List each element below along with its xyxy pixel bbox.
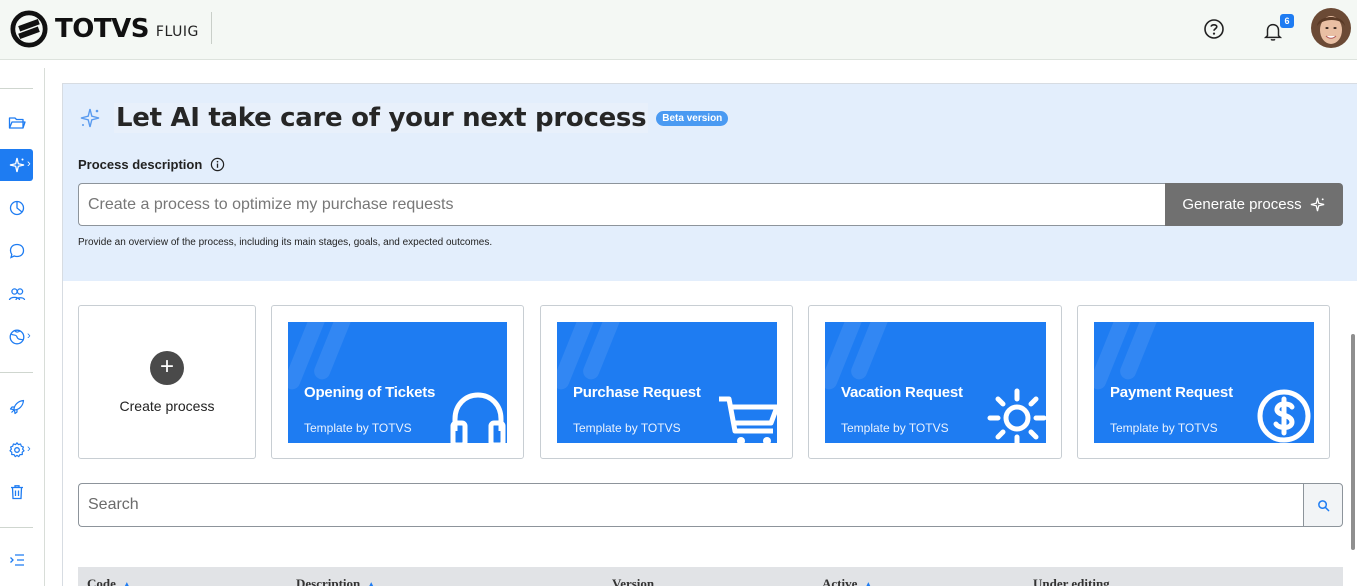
search-input[interactable] xyxy=(78,483,1304,527)
sidebar-item-settings[interactable]: › xyxy=(0,434,33,466)
sun-icon xyxy=(987,388,1046,443)
template-subtitle: Template by TOTVS xyxy=(304,421,412,435)
template-banner: Vacation Request Template by TOTVS xyxy=(825,322,1046,443)
template-subtitle: Template by TOTVS xyxy=(1110,421,1218,435)
sidebar-item-chat[interactable] xyxy=(0,235,33,267)
top-bar: TOTVS FLUIG 6 xyxy=(0,0,1357,60)
template-banner: Opening of Tickets Template by TOTVS xyxy=(288,322,507,443)
beta-badge: Beta version xyxy=(656,110,729,126)
column-header-version[interactable]: Version xyxy=(612,576,654,586)
sort-up-icon[interactable]: ▲ xyxy=(366,580,376,586)
dollar-coin-icon xyxy=(1257,389,1311,443)
brand-logo[interactable]: TOTVS FLUIG xyxy=(10,9,199,49)
ai-sparkle-icon xyxy=(9,157,24,173)
create-process-card[interactable]: + Create process xyxy=(78,305,256,459)
search-button[interactable] xyxy=(1303,483,1343,527)
notification-count-badge: 6 xyxy=(1280,14,1294,28)
template-card[interactable]: Purchase Request Template by TOTVS xyxy=(540,305,793,459)
sidebar-item-analytics[interactable] xyxy=(0,192,33,224)
template-card[interactable]: Vacation Request Template by TOTVS xyxy=(808,305,1062,459)
ai-panel-title: Let AI take care of your next process xyxy=(114,103,649,133)
gear-icon xyxy=(8,442,25,458)
process-description-helper: Provide an overview of the process, incl… xyxy=(78,237,493,248)
template-title: Vacation Request xyxy=(841,384,963,401)
template-title: Payment Request xyxy=(1110,384,1233,401)
chevron-right-icon: › xyxy=(27,330,31,342)
sidebar: › › › xyxy=(0,68,45,586)
expand-menu-icon xyxy=(9,554,24,566)
sidebar-item-launch[interactable] xyxy=(0,391,33,423)
process-table-header: Code ▲ Description ▲ Version Active ▲ Under… xyxy=(78,567,1343,586)
cart-icon xyxy=(719,396,777,443)
template-banner: Purchase Request Template by TOTVS xyxy=(557,322,777,443)
process-description-label-text: Process description xyxy=(78,157,203,172)
generate-process-button[interactable]: Generate process xyxy=(1165,183,1343,226)
totvs-logo-icon xyxy=(10,10,48,48)
headset-icon xyxy=(450,392,506,443)
search-icon xyxy=(1317,499,1329,511)
avatar-photo xyxy=(1311,8,1351,48)
header-divider xyxy=(211,12,212,44)
template-card[interactable]: Payment Request Template by TOTVS xyxy=(1077,305,1330,459)
template-subtitle: Template by TOTVS xyxy=(573,421,681,435)
column-header-description[interactable]: Description ▲ xyxy=(296,576,376,586)
sidebar-divider xyxy=(0,88,33,89)
sidebar-divider xyxy=(0,527,33,528)
users-icon xyxy=(8,288,25,301)
user-avatar[interactable] xyxy=(1311,8,1351,48)
globe-icon xyxy=(9,329,24,345)
sort-up-icon[interactable]: ▲ xyxy=(122,580,132,586)
ai-sparkle-icon xyxy=(80,108,100,128)
column-header-under-editing[interactable]: Under editing xyxy=(1033,576,1110,586)
generate-process-label: Generate process xyxy=(1182,196,1302,213)
ai-title-row: Let AI take care of your next process Be… xyxy=(78,100,729,136)
column-label: Under editing xyxy=(1033,576,1110,586)
sort-up-icon[interactable]: ▲ xyxy=(863,580,873,586)
help-icon[interactable] xyxy=(1203,18,1225,40)
folder-icon xyxy=(8,117,26,129)
rocket-icon xyxy=(9,399,24,415)
info-icon[interactable] xyxy=(210,157,225,172)
sidebar-item-users[interactable] xyxy=(0,278,33,310)
chevron-right-icon: › xyxy=(27,158,31,170)
template-subtitle: Template by TOTVS xyxy=(841,421,949,435)
create-process-label: Create process xyxy=(119,398,215,414)
sidebar-expand-button[interactable] xyxy=(0,544,33,576)
column-header-code[interactable]: Code ▲ xyxy=(87,576,132,586)
notifications-button[interactable]: 6 xyxy=(1262,14,1296,44)
sidebar-divider xyxy=(0,372,33,373)
template-banner: Payment Request Template by TOTVS xyxy=(1094,322,1314,443)
product-name: FLUIG xyxy=(155,23,199,40)
column-label: Active xyxy=(822,576,858,586)
process-description-label: Process description xyxy=(78,157,225,172)
template-title: Purchase Request xyxy=(573,384,701,401)
column-label: Version xyxy=(612,576,655,586)
ai-sparkle-icon xyxy=(1310,197,1324,212)
column-label: Description xyxy=(296,576,361,586)
brand-name: TOTVS xyxy=(55,14,149,44)
sidebar-item-processes[interactable] xyxy=(0,107,33,139)
sidebar-item-trash[interactable] xyxy=(0,476,33,508)
process-description-input[interactable] xyxy=(78,183,1166,226)
chevron-right-icon: › xyxy=(27,443,31,455)
template-title: Opening of Tickets xyxy=(304,384,436,401)
template-card[interactable]: Opening of Tickets Template by TOTVS xyxy=(271,305,524,459)
trash-icon xyxy=(10,485,23,500)
pie-chart-icon xyxy=(9,200,24,216)
plus-icon: + xyxy=(150,351,184,385)
sidebar-item-ai[interactable]: › xyxy=(0,149,33,181)
page-scrollbar[interactable] xyxy=(1351,334,1355,550)
sidebar-item-portal[interactable]: › xyxy=(0,321,33,353)
column-label: Code xyxy=(87,576,116,586)
column-header-active[interactable]: Active ▲ xyxy=(822,576,873,586)
chat-bubble-icon xyxy=(9,243,24,259)
